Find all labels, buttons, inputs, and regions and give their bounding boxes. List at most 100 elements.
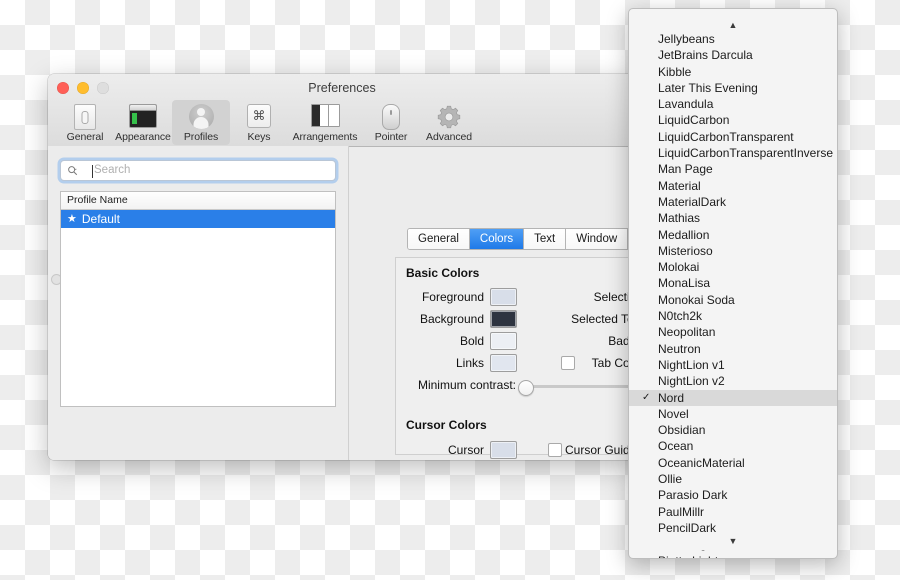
minimum-contrast-label: Minimum contrast: bbox=[417, 378, 516, 392]
menu-item[interactable]: PaulMillr bbox=[629, 504, 837, 520]
tab-window[interactable]: Window bbox=[566, 229, 629, 249]
tab-general[interactable]: General bbox=[408, 229, 470, 249]
menu-item[interactable]: NightLion v1 bbox=[629, 357, 837, 373]
menu-item[interactable]: Neutron bbox=[629, 341, 837, 357]
menu-item-label: Misterioso bbox=[658, 243, 713, 258]
toolbar-item-arrangements[interactable]: Arrangements bbox=[288, 98, 362, 145]
links-color-swatch[interactable] bbox=[490, 354, 517, 372]
bold-color-swatch[interactable] bbox=[490, 332, 517, 350]
gear-icon bbox=[434, 104, 464, 130]
menu-item-label: Material bbox=[658, 178, 701, 193]
menu-item-label: OceanicMaterial bbox=[658, 455, 745, 470]
menu-item-label: Neutron bbox=[658, 341, 701, 356]
profile-name-label: Default bbox=[81, 212, 120, 226]
toolbar-item-keys-label: Keys bbox=[247, 131, 271, 143]
menu-item-label: MonaLisa bbox=[658, 276, 711, 291]
menu-item[interactable]: Misterioso bbox=[629, 243, 837, 259]
menu-item[interactable]: NightLion v2 bbox=[629, 373, 837, 389]
list-item[interactable]: ★ Default bbox=[61, 210, 335, 228]
menu-item[interactable]: JetBrains Darcula bbox=[629, 47, 837, 63]
toolbar-item-advanced-label: Advanced bbox=[426, 131, 472, 143]
menu-item[interactable]: Later This Evening bbox=[629, 80, 837, 96]
mouse-icon bbox=[376, 104, 406, 130]
preferences-body: Search Profile Name ★ Default Tags > + − bbox=[48, 146, 636, 460]
triangle-down-icon[interactable]: ▼ bbox=[629, 533, 837, 550]
menu-item[interactable]: ✓ Nord bbox=[629, 389, 837, 406]
tab-text[interactable]: Text bbox=[524, 229, 567, 249]
star-icon: ★ bbox=[67, 212, 77, 225]
menu-item-label: PaulMillr bbox=[658, 504, 705, 519]
menu-item[interactable]: Ocean bbox=[629, 438, 837, 454]
menu-item[interactable]: LiquidCarbonTransparent bbox=[629, 129, 837, 145]
menu-item-label: NightLion v2 bbox=[658, 374, 725, 389]
menu-item[interactable]: LiquidCarbonTransparentInverse bbox=[629, 145, 837, 161]
menu-item[interactable]: Novel bbox=[629, 406, 837, 422]
toolbar-item-appearance[interactable]: Appearance bbox=[114, 99, 172, 145]
tab-colors[interactable]: Colors bbox=[469, 229, 525, 249]
menu-item[interactable]: Jellybeans bbox=[629, 31, 837, 47]
basic-colors-title: Basic Colors bbox=[406, 266, 480, 280]
menu-item[interactable]: Piatto Light bbox=[629, 553, 837, 559]
menu-item-label: Ocean bbox=[658, 439, 694, 454]
menu-item[interactable]: Kibble bbox=[629, 64, 837, 80]
cursor-color-swatch[interactable] bbox=[490, 441, 517, 459]
toolbar-item-profiles-label: Profiles bbox=[183, 131, 219, 143]
profiles-sidebar: Search Profile Name ★ Default Tags > + − bbox=[48, 146, 348, 460]
minimum-contrast-slider-track[interactable] bbox=[522, 385, 636, 388]
menu-item-label: NightLion v1 bbox=[658, 357, 725, 372]
menu-item[interactable]: Medallion bbox=[629, 227, 837, 243]
color-preset-list: Jellybeans JetBrains Darcula Kibble Later T… bbox=[629, 31, 837, 558]
menu-item[interactable]: Man Page bbox=[629, 161, 837, 177]
preferences-toolbar: General Appearance Profiles ⌘ Keys Arran… bbox=[56, 98, 478, 145]
menu-item[interactable]: N0tch2k bbox=[629, 308, 837, 324]
search-field-wrapper: Search bbox=[60, 160, 336, 181]
background-color-swatch[interactable] bbox=[490, 310, 517, 328]
menu-item[interactable]: LiquidCarbon bbox=[629, 112, 837, 128]
minimum-contrast-slider-knob[interactable] bbox=[518, 380, 534, 396]
selection-label: Selection bbox=[593, 290, 636, 304]
menu-item[interactable]: MonaLisa bbox=[629, 275, 837, 291]
menu-item-label: Mathias bbox=[658, 211, 701, 226]
menu-item-label: N0tch2k bbox=[658, 309, 703, 324]
toolbar-item-profiles[interactable]: Profiles bbox=[172, 100, 230, 145]
menu-item[interactable]: Neopolitan bbox=[629, 324, 837, 340]
selected-text-label: Selected Text bbox=[571, 312, 636, 326]
profile-settings-content: General Colors Text Window Terminal Basi… bbox=[349, 146, 636, 460]
menu-item[interactable]: Lavandula bbox=[629, 96, 837, 112]
cursor-guide-checkbox[interactable] bbox=[548, 443, 562, 457]
foreground-label: Foreground bbox=[421, 290, 484, 304]
profile-list: Profile Name ★ Default bbox=[60, 191, 336, 407]
menu-item-label: MaterialDark bbox=[658, 194, 727, 209]
menu-item[interactable]: MaterialDark bbox=[629, 194, 837, 210]
cursor-guide-label: Cursor Guide bbox=[565, 443, 636, 457]
text-caret bbox=[92, 165, 93, 178]
menu-item-label: Parasio Dark bbox=[658, 488, 728, 503]
background-label: Background bbox=[419, 312, 484, 326]
bold-label: Bold bbox=[459, 334, 484, 348]
toolbar-item-keys[interactable]: ⌘ Keys bbox=[230, 99, 288, 145]
menu-item-label: LiquidCarbonTransparent bbox=[658, 129, 794, 144]
menu-item[interactable]: Obsidian bbox=[629, 422, 837, 438]
window-titlebar: Preferences General Appearance Profiles bbox=[48, 74, 636, 147]
menu-item[interactable]: Parasio Dark bbox=[629, 487, 837, 503]
person-icon bbox=[186, 104, 216, 130]
menu-item[interactable]: Mathias bbox=[629, 210, 837, 226]
menu-item-label: Jellybeans bbox=[658, 32, 715, 46]
menu-item-label: Piatto Light bbox=[658, 554, 718, 559]
toolbar-item-general[interactable]: General bbox=[56, 100, 114, 145]
menu-item[interactable]: Material bbox=[629, 178, 837, 194]
menu-item-label: Man Page bbox=[658, 162, 713, 177]
menu-item[interactable]: OceanicMaterial bbox=[629, 455, 837, 471]
panes-icon bbox=[310, 104, 340, 130]
color-preset-dropdown-menu[interactable]: ▲ Jellybeans JetBrains Darcula Kibble Later… bbox=[628, 8, 838, 559]
toolbar-item-advanced[interactable]: Advanced bbox=[420, 101, 478, 145]
menu-item[interactable]: Monokai Soda bbox=[629, 292, 837, 308]
menu-item[interactable]: Molokai bbox=[629, 259, 837, 275]
toolbar-item-pointer[interactable]: Pointer bbox=[362, 100, 420, 145]
search-input[interactable]: Search bbox=[60, 160, 336, 181]
menu-item-label: Later This Evening bbox=[658, 80, 758, 95]
search-placeholder: Search bbox=[94, 164, 131, 176]
tab-color-checkbox[interactable] bbox=[561, 356, 575, 370]
foreground-color-swatch[interactable] bbox=[490, 288, 517, 306]
menu-item[interactable]: Ollie bbox=[629, 471, 837, 487]
